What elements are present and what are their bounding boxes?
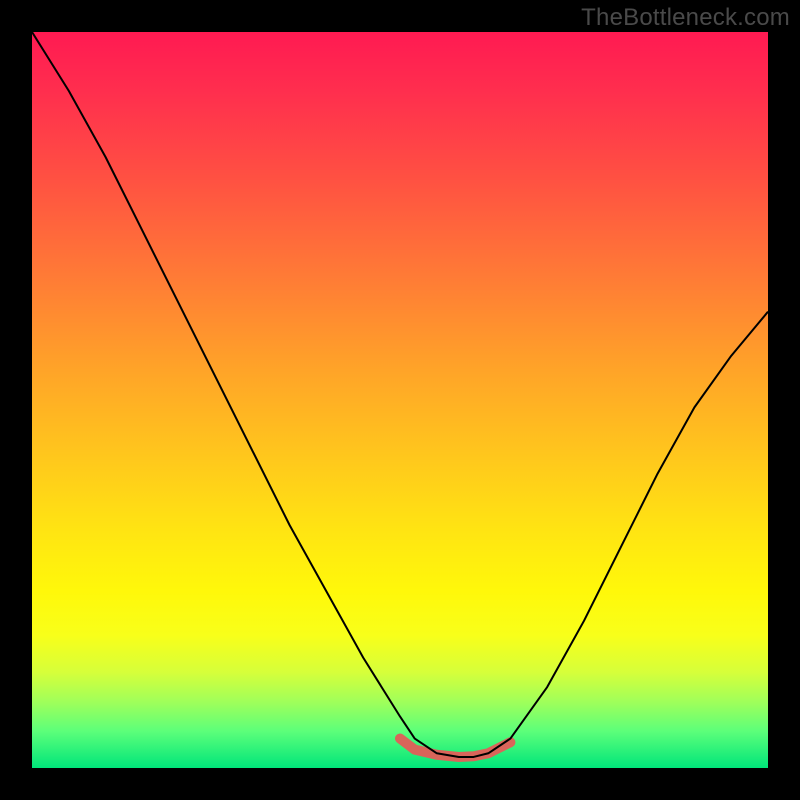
curve-layer: [32, 32, 768, 768]
watermark-text: TheBottleneck.com: [581, 4, 790, 32]
plot-area: [32, 32, 768, 768]
floor-accent-path: [400, 739, 510, 757]
chart-frame: TheBottleneck.com: [0, 0, 800, 800]
main-curve-path: [32, 32, 768, 757]
